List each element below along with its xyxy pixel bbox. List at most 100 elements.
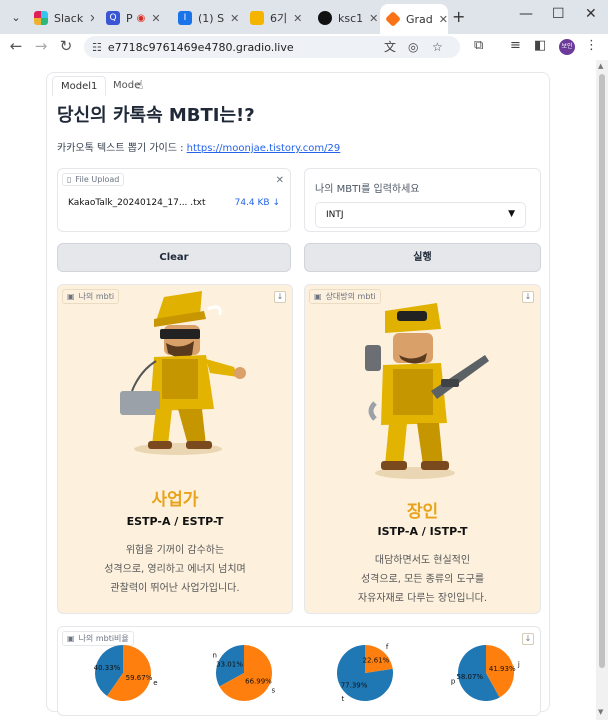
uploaded-file-size[interactable]: 74.4 KB ↓ [235, 198, 280, 208]
mbti-select-label: 나의 MBTI를 입력하세요 [315, 184, 420, 195]
pie-svg: 33.01%n 66.99%s [213, 645, 275, 701]
tab-model1[interactable]: Model1 [52, 76, 107, 96]
image-icon: ▣ [314, 292, 322, 301]
my-type-name: 사업가 [151, 490, 199, 510]
web-page: Model1 Mode ☝ 당신의 카톡속 MBTI는!? 카카오톡 텍스트 뽑… [0, 60, 596, 720]
browser-tab-s[interactable]: I (1) S ✕ [172, 6, 238, 30]
bookmark-star-icon[interactable]: ☆ [432, 36, 443, 58]
pie-svg: 40.33% 59.67%e [94, 645, 158, 701]
pie-category-label: n [213, 652, 217, 660]
partner-type-name: 장인 [406, 502, 439, 522]
browser-tab-6gi[interactable]: 6기 ✕ [244, 6, 310, 30]
reading-list-icon[interactable]: ≡ [510, 38, 521, 53]
pie-chart-ns: 33.01% n 66.99% s [199, 629, 289, 717]
close-icon[interactable]: ✕ [369, 12, 378, 25]
my-mbti-card: ▣ 나의 mbti ↓ 사업가 ESTP-A / ESTP-T 위험을 기꺼이 … [57, 284, 293, 614]
page-title: 당신의 카톡속 MBTI는!? [57, 105, 255, 126]
virtuoso-illustration [365, 303, 489, 479]
pie-category-label: p [451, 678, 456, 686]
window-close-icon[interactable]: ✕ [585, 6, 597, 22]
partner-type-code: ISTP-A / ISTP-T [377, 525, 468, 538]
browser-tab-label: P [126, 11, 133, 25]
download-icon[interactable]: ↓ [522, 291, 534, 303]
my-desc-line: 위험을 기꺼이 감수하는 [125, 545, 225, 556]
tab-favicon-icon: I [178, 11, 192, 25]
gradio-icon [385, 11, 401, 27]
mbti-ratio-panel: ▣ 나의 mbti비율 ↓ 40.33% 59.67% e 33.01% n 66.99… [57, 626, 541, 716]
close-icon[interactable]: ✕ [151, 12, 160, 25]
site-info-icon[interactable]: ☷ [92, 41, 102, 54]
side-panel-icon[interactable]: ◧ [534, 38, 546, 53]
scroll-down-icon[interactable]: ▼ [598, 708, 603, 716]
address-bar[interactable]: ☷ e7718c9761469e4780.gradio.live 文 ◎ ☆ [84, 36, 460, 58]
github-icon [318, 11, 332, 25]
browser-tab-label: Grad [406, 12, 433, 26]
maximize-icon[interactable]: ☐ [552, 6, 565, 22]
guide-prefix: 카카오톡 텍스트 뽑기 가이드 : [57, 143, 187, 154]
eye-off-icon[interactable]: ◎ [408, 36, 418, 58]
browser-tab-p[interactable]: Q P ◉ ✕ [100, 6, 166, 30]
translate-icon[interactable]: 文 [384, 36, 396, 58]
run-button[interactable]: 실행 [304, 243, 541, 272]
pie-category-label: s [271, 686, 275, 694]
partner-desc-line: 성격으로, 모든 종류의 도구를 [360, 574, 485, 585]
browser-tab-label: Slack [54, 11, 84, 25]
scroll-up-icon[interactable]: ▲ [598, 62, 603, 70]
browser-tab-slack[interactable]: Slack ✕ [28, 6, 94, 30]
mbti-dropdown[interactable]: INTJ ▼ [315, 202, 526, 228]
partner-type-description: 대담하면서도 현실적인 성격으로, 모든 종류의 도구를 자유자재로 다루는 장… [305, 551, 540, 608]
back-icon[interactable]: ← [6, 37, 26, 55]
page-scrollbar[interactable]: ▲ ▼ [596, 60, 608, 720]
mbti-select-panel: 나의 MBTI를 입력하세요 INTJ ▼ [304, 168, 541, 232]
scrollbar-thumb[interactable] [599, 74, 605, 668]
file-upload-panel: ▯ File Upload ✕ KakaoTalk_20240124_17...… [57, 168, 291, 232]
pie-percent-label: 66.99% [245, 678, 272, 686]
extensions-icon[interactable]: ⧉ [474, 38, 483, 53]
profile-avatar[interactable]: 보인 [559, 39, 575, 55]
download-icon[interactable]: ↓ [274, 291, 286, 303]
recording-icon: ◉ [136, 12, 146, 24]
my-desc-line: 성격으로, 영리하고 에너지 넘치며 [104, 564, 246, 575]
guide-text: 카카오톡 텍스트 뽑기 가이드 : https://moonjae.tistor… [57, 139, 340, 154]
dropdown-caret-icon: ▼ [508, 209, 515, 219]
pie-percent-label: 33.01% [216, 660, 243, 668]
partner-mbti-card: ▣ 상대방의 mbti ↓ 장인 ISTP-A / ISTP-T 대담하면서도 … [304, 284, 541, 614]
uploaded-file-name: KakaoTalk_20240124_17... .txt [68, 198, 206, 208]
browser-tab-label: (1) S [198, 11, 225, 25]
pie-percent-label: 40.33% [94, 664, 121, 672]
tab-favicon-icon: Q [106, 11, 120, 25]
close-icon[interactable]: ✕ [89, 12, 94, 25]
browser-tab-github[interactable]: ksc1 ✕ [312, 6, 378, 30]
pie-percent-label: 58.07% [456, 673, 483, 681]
clear-file-icon[interactable]: ✕ [276, 175, 284, 186]
pie-category-label: j [517, 660, 520, 668]
my-desc-line: 관찰력이 뛰어난 사업가입니다. [110, 583, 240, 594]
pie-category-label: t [341, 695, 344, 703]
guide-link[interactable]: https://moonjae.tistory.com/29 [187, 143, 341, 154]
browser-tab-strip: ⌄ Slack ✕ Q P ◉ ✕ I (1) S ✕ 6기 ✕ ksc1 ✕ … [0, 0, 608, 34]
pie-category-label: f [386, 643, 389, 651]
close-icon[interactable]: ✕ [439, 13, 448, 26]
forward-icon[interactable]: → [31, 37, 51, 55]
pie-category-label: e [153, 679, 157, 687]
clear-button[interactable]: Clear [57, 243, 291, 272]
pie-chart-ei: 40.33% 59.67% e [78, 629, 168, 717]
partner-desc-line: 자유자재로 다루는 장인입니다. [357, 593, 488, 604]
close-icon[interactable]: ✕ [293, 12, 302, 25]
browser-tab-label: 6기 [270, 12, 288, 25]
more-menu-icon[interactable]: ⋮ [585, 38, 598, 53]
minimize-icon[interactable]: — [519, 6, 533, 22]
image-icon: ▣ [67, 292, 75, 301]
my-type-code: ESTP-A / ESTP-T [126, 515, 224, 528]
reload-icon[interactable]: ↻ [56, 37, 76, 55]
pie-percent-label: 41.93% [489, 665, 516, 673]
file-upload-label: ▯ File Upload [62, 173, 125, 186]
browser-tab-gradio[interactable]: Grad ✕ [380, 4, 448, 34]
new-tab-icon[interactable]: + [452, 7, 465, 26]
file-icon: ▯ [67, 175, 72, 184]
tab-search-icon[interactable]: ⌄ [6, 8, 26, 28]
mbti-dropdown-value: INTJ [326, 210, 344, 220]
slack-icon [34, 11, 48, 25]
url-text: e7718c9761469e4780.gradio.live [107, 40, 294, 54]
close-icon[interactable]: ✕ [230, 12, 238, 25]
